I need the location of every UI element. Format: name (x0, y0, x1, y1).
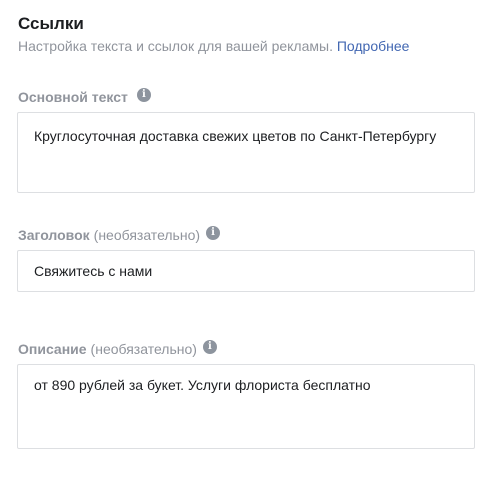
primary-text-value: Круглосуточная доставка свежих цветов по… (34, 128, 437, 144)
info-icon[interactable]: i (136, 88, 151, 102)
description-label-text: Описание (18, 341, 87, 357)
primary-text-label: Основной текст i (18, 88, 151, 106)
description-label: Описание (необязательно) i (18, 340, 217, 358)
section-subtitle: Настройка текста и ссылок для вашей рекл… (18, 37, 409, 55)
section-subtitle-text: Настройка текста и ссылок для вашей рекл… (18, 38, 333, 54)
info-icon[interactable]: i (206, 226, 221, 240)
description-field[interactable]: от 890 рублей за букет. Услуги флориста … (17, 364, 475, 449)
headline-label-text: Заголовок (18, 227, 90, 243)
headline-optional-text: (необязательно) (93, 227, 201, 243)
learn-more-link[interactable]: Подробнее (337, 38, 410, 54)
primary-text-label-text: Основной текст (18, 89, 128, 105)
headline-field[interactable]: Свяжитесь с нами (17, 250, 475, 292)
section-title: Ссылки (18, 14, 84, 33)
primary-text-field[interactable]: Круглосуточная доставка свежих цветов по… (17, 112, 475, 193)
description-value: от 890 рублей за букет. Услуги флориста … (34, 377, 371, 393)
headline-label: Заголовок (необязательно) i (18, 226, 221, 244)
info-icon[interactable]: i (202, 340, 217, 354)
description-optional-text: (необязательно) (90, 341, 197, 357)
headline-value: Свяжитесь с нами (34, 263, 153, 279)
